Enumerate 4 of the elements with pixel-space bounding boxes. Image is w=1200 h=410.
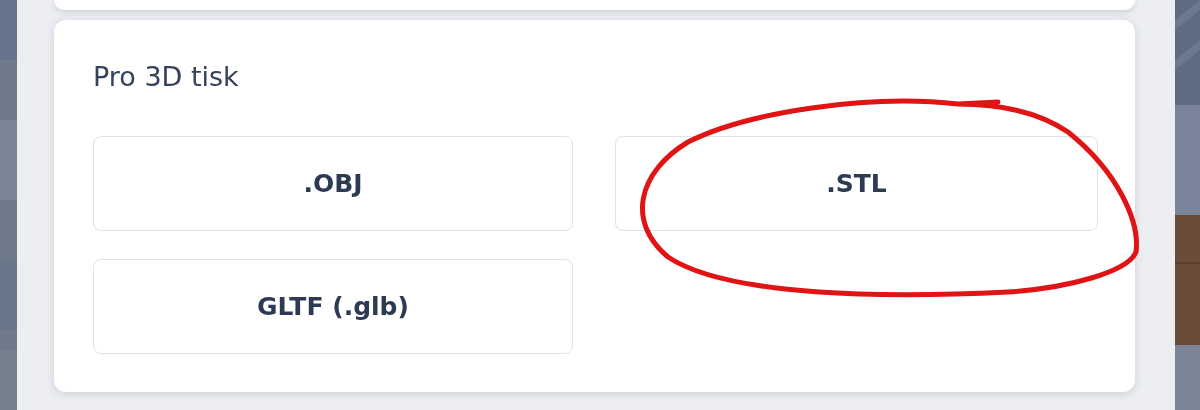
format-button[interactable]: GLTF (.glb) (93, 259, 573, 354)
section-title: Pro 3D tisk (93, 60, 240, 94)
format-button[interactable]: .OBJ (93, 136, 573, 231)
format-button[interactable]: .STL (615, 136, 1098, 231)
